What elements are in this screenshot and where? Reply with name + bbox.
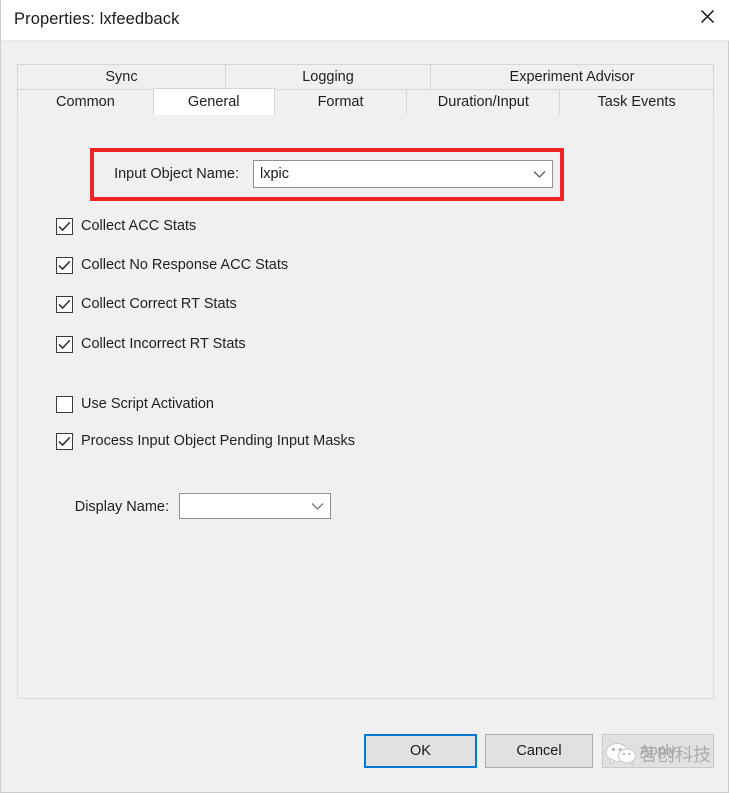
tab-general[interactable]: General	[152, 88, 275, 115]
checkbox-label: Collect ACC Stats	[81, 218, 197, 234]
close-icon	[700, 9, 715, 24]
checkbox-label: Collect Incorrect RT Stats	[81, 336, 246, 352]
checkbox-icon	[56, 335, 73, 353]
title-bar: Properties: lxfeedback	[1, 0, 729, 41]
tab-duration-input[interactable]: Duration/Input	[406, 89, 561, 115]
tab-common[interactable]: Common	[17, 89, 154, 115]
checkbox-icon	[56, 295, 73, 313]
checkbox-icon	[56, 217, 73, 235]
input-object-name-combobox[interactable]: lxpic	[253, 160, 553, 188]
tab-sync[interactable]: Sync	[17, 64, 226, 90]
close-button[interactable]	[684, 0, 729, 33]
checkbox-collect-incorrect-rt-stats[interactable]: Collect Incorrect RT Stats	[56, 335, 246, 353]
checkbox-label: Process Input Object Pending Input Masks	[81, 433, 356, 449]
tab-logging[interactable]: Logging	[225, 64, 431, 90]
checkbox-label: Collect No Response ACC Stats	[81, 257, 289, 273]
checkbox-use-script-activation[interactable]: Use Script Activation	[56, 395, 214, 413]
tab-strip: Sync Logging Experiment Advisor Common G…	[17, 64, 715, 115]
checkbox-label: Collect Correct RT Stats	[81, 296, 237, 312]
checkbox-collect-correct-rt-stats[interactable]: Collect Correct RT Stats	[56, 295, 237, 313]
checkbox-process-input-object-pending-input-masks[interactable]: Process Input Object Pending Input Masks	[56, 432, 355, 450]
display-name-combobox[interactable]	[179, 493, 331, 519]
input-object-name-value: lxpic	[260, 166, 290, 182]
checkbox-icon	[56, 256, 73, 274]
display-name-label: Display Name:	[74, 499, 169, 515]
tab-row-upper: Sync Logging Experiment Advisor	[17, 64, 714, 90]
apply-button: Apply	[602, 734, 714, 768]
checkbox-icon	[56, 395, 73, 413]
tab-experiment-advisor[interactable]: Experiment Advisor	[430, 64, 714, 90]
checkbox-icon	[56, 432, 73, 450]
tab-row-lower: Common General Format Duration/Input Tas…	[17, 88, 715, 115]
checkbox-collect-no-response-acc-stats[interactable]: Collect No Response ACC Stats	[56, 256, 288, 274]
page-title: Properties: lxfeedback	[14, 10, 180, 28]
cancel-button[interactable]: Cancel	[485, 734, 593, 768]
checkbox-collect-acc-stats[interactable]: Collect ACC Stats	[56, 217, 196, 235]
tab-format[interactable]: Format	[273, 89, 408, 115]
properties-dialog: Properties: lxfeedback Sync Logging Expe…	[0, 0, 729, 793]
tab-task-events[interactable]: Task Events	[559, 89, 715, 115]
ok-button[interactable]: OK	[364, 734, 477, 768]
chevron-down-icon[interactable]	[526, 170, 552, 179]
input-object-name-label: Input Object Name:	[114, 166, 239, 182]
chevron-down-icon[interactable]	[304, 502, 330, 511]
checkbox-label: Use Script Activation	[81, 396, 214, 412]
